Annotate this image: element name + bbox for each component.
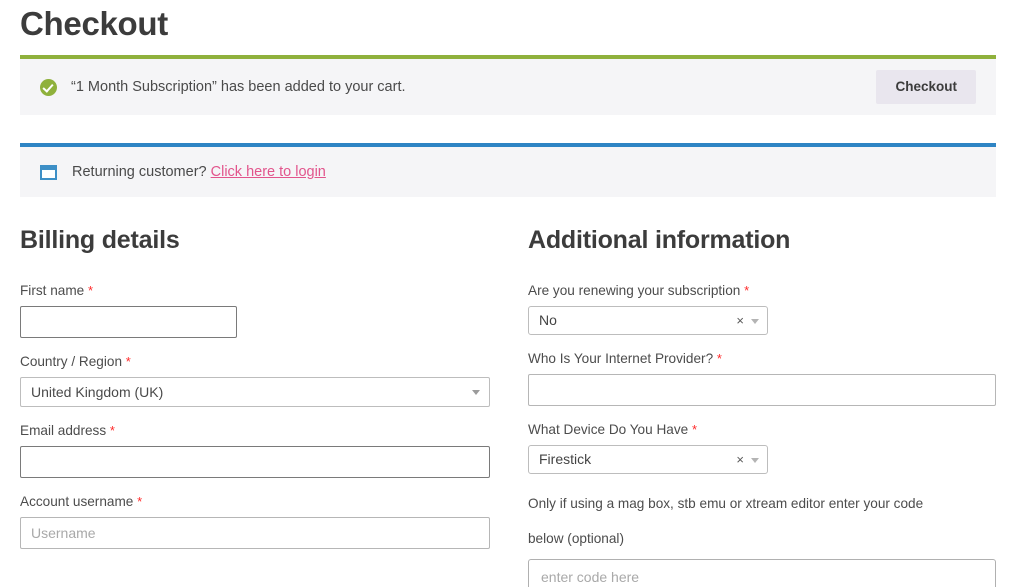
chevron-down-icon [751, 458, 759, 463]
page-title: Checkout [20, 5, 168, 42]
required-marker: * [691, 422, 698, 437]
code-helper-line-1: Only if using a mag box, stb emu or xtre… [528, 496, 924, 511]
billing-details-column: Billing details First name * Country / R… [20, 225, 490, 564]
window-icon [40, 164, 57, 180]
field-first-name: First name * [20, 282, 490, 338]
required-marker: * [88, 283, 94, 298]
chevron-down-icon [751, 319, 759, 324]
account-username-label-text: Account username [20, 494, 134, 509]
returning-customer-notice: Returning customer? Click here to login [20, 143, 996, 197]
field-email-address: Email address * [20, 422, 490, 478]
field-renewing-subscription: Are you renewing your subscription * No … [528, 282, 996, 335]
account-username-label: Account username * [20, 493, 490, 511]
device-type-value: Firestick [539, 451, 592, 467]
renewing-subscription-label: Are you renewing your subscription * [528, 282, 996, 300]
login-notice-label: Returning customer? [72, 164, 207, 180]
field-code: Only if using a mag box, stb emu or xtre… [528, 489, 996, 587]
additional-information-heading: Additional information [528, 226, 791, 254]
required-marker: * [109, 423, 115, 438]
email-address-input[interactable] [20, 446, 490, 478]
first-name-label-text: First name [20, 283, 85, 298]
email-address-label-text: Email address [20, 423, 107, 438]
country-region-label: Country / Region * [20, 353, 490, 371]
clear-selection-icon[interactable]: × [736, 307, 744, 334]
field-internet-provider: Who Is Your Internet Provider? * [528, 350, 996, 406]
check-circle-icon [40, 78, 57, 96]
required-marker: * [137, 494, 143, 509]
country-region-value: United Kingdom (UK) [20, 377, 490, 407]
email-address-label: Email address * [20, 422, 490, 440]
clear-selection-icon[interactable]: × [736, 446, 744, 473]
device-type-label-text: What Device Do You Have [528, 422, 689, 437]
device-type-label: What Device Do You Have * [528, 421, 996, 439]
renewing-subscription-value: No [539, 312, 557, 328]
device-type-select[interactable]: Firestick × [528, 445, 768, 474]
first-name-input[interactable] [20, 306, 237, 338]
field-device-type: What Device Do You Have * Firestick × [528, 421, 996, 474]
code-helper-line-2: below (optional) [528, 531, 624, 546]
chevron-down-icon [472, 390, 480, 395]
internet-provider-label: Who Is Your Internet Provider? * [528, 350, 996, 368]
field-account-username: Account username * [20, 493, 490, 549]
internet-provider-label-text: Who Is Your Internet Provider? [528, 351, 714, 366]
field-country-region: Country / Region * United Kingdom (UK) [20, 353, 490, 407]
checkout-page: Checkout “1 Month Subscription” has been… [0, 0, 1024, 587]
internet-provider-input[interactable] [528, 374, 996, 406]
country-region-label-text: Country / Region [20, 354, 123, 369]
checkout-button[interactable]: Checkout [876, 70, 976, 104]
cart-added-notice: “1 Month Subscription” has been added to… [20, 55, 996, 115]
required-marker: * [744, 283, 750, 298]
required-marker: * [125, 354, 131, 369]
first-name-label: First name * [20, 282, 490, 300]
login-notice-text: Returning customer? Click here to login [72, 162, 326, 182]
cart-notice-message: “1 Month Subscription” has been added to… [71, 79, 406, 95]
additional-information-column: Additional information Are you renewing … [528, 225, 996, 587]
country-region-select[interactable]: United Kingdom (UK) [20, 377, 490, 407]
billing-details-heading: Billing details [20, 226, 180, 254]
required-marker: * [716, 351, 722, 366]
renewing-subscription-label-text: Are you renewing your subscription [528, 283, 741, 298]
code-textarea[interactable] [528, 559, 996, 587]
renewing-subscription-select[interactable]: No × [528, 306, 768, 335]
account-username-input[interactable] [20, 517, 490, 549]
login-link[interactable]: Click here to login [211, 164, 326, 180]
